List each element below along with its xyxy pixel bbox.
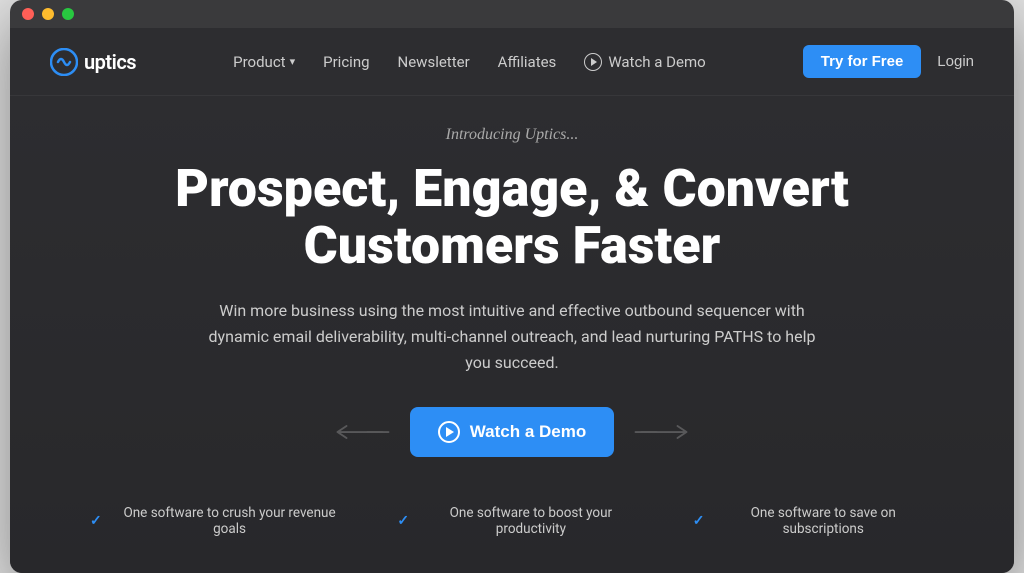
- hero-title: Prospect, Engage, & Convert Customers Fa…: [175, 160, 849, 274]
- play-circle-icon: [584, 53, 602, 71]
- nav-product[interactable]: Product ▾: [233, 53, 295, 71]
- watch-demo-button[interactable]: Watch a Demo: [410, 407, 615, 457]
- check-icon-0: ✓: [90, 513, 102, 529]
- login-button[interactable]: Login: [937, 53, 974, 70]
- minimize-button[interactable]: [42, 8, 54, 20]
- features-row: ✓ One software to crush your revenue goa…: [50, 489, 974, 553]
- nav-watch-demo[interactable]: Watch a Demo: [584, 53, 705, 71]
- nav-newsletter[interactable]: Newsletter: [398, 53, 470, 71]
- maximize-button[interactable]: [62, 8, 74, 20]
- feature-item-2: ✓ One software to save on subscriptions: [693, 505, 934, 537]
- navbar-actions: Try for Free Login: [803, 45, 974, 78]
- check-icon-1: ✓: [397, 513, 409, 529]
- play-icon: [438, 421, 460, 443]
- browser-window: uptics Product ▾ Pricing Newsletter Affi…: [10, 0, 1014, 573]
- cta-row: Watch a Demo: [330, 407, 695, 457]
- nav-affiliates[interactable]: Affiliates: [498, 53, 557, 71]
- try-free-button[interactable]: Try for Free: [803, 45, 922, 78]
- check-icon-2: ✓: [693, 513, 705, 529]
- hero-subtitle: Win more business using the most intuiti…: [202, 298, 822, 375]
- feature-item-1: ✓ One software to boost your productivit…: [397, 505, 644, 537]
- play-triangle: [446, 427, 454, 437]
- titlebar: [10, 0, 1014, 28]
- nav-pricing[interactable]: Pricing: [323, 53, 369, 71]
- chevron-down-icon: ▾: [290, 55, 296, 68]
- hero-section: Introducing Uptics... Prospect, Engage, …: [10, 96, 1014, 573]
- logo-area: uptics: [50, 48, 136, 76]
- logo-icon: [50, 48, 78, 76]
- page-content: uptics Product ▾ Pricing Newsletter Affi…: [10, 28, 1014, 573]
- left-arrow-decoration: [330, 422, 390, 442]
- close-button[interactable]: [22, 8, 34, 20]
- intro-text: Introducing Uptics...: [446, 126, 579, 144]
- logo-text: uptics: [84, 50, 136, 74]
- navbar: uptics Product ▾ Pricing Newsletter Affi…: [10, 28, 1014, 96]
- feature-item-0: ✓ One software to crush your revenue goa…: [90, 505, 349, 537]
- right-arrow-decoration: [634, 422, 694, 442]
- nav-links: Product ▾ Pricing Newsletter Affiliates …: [233, 53, 706, 71]
